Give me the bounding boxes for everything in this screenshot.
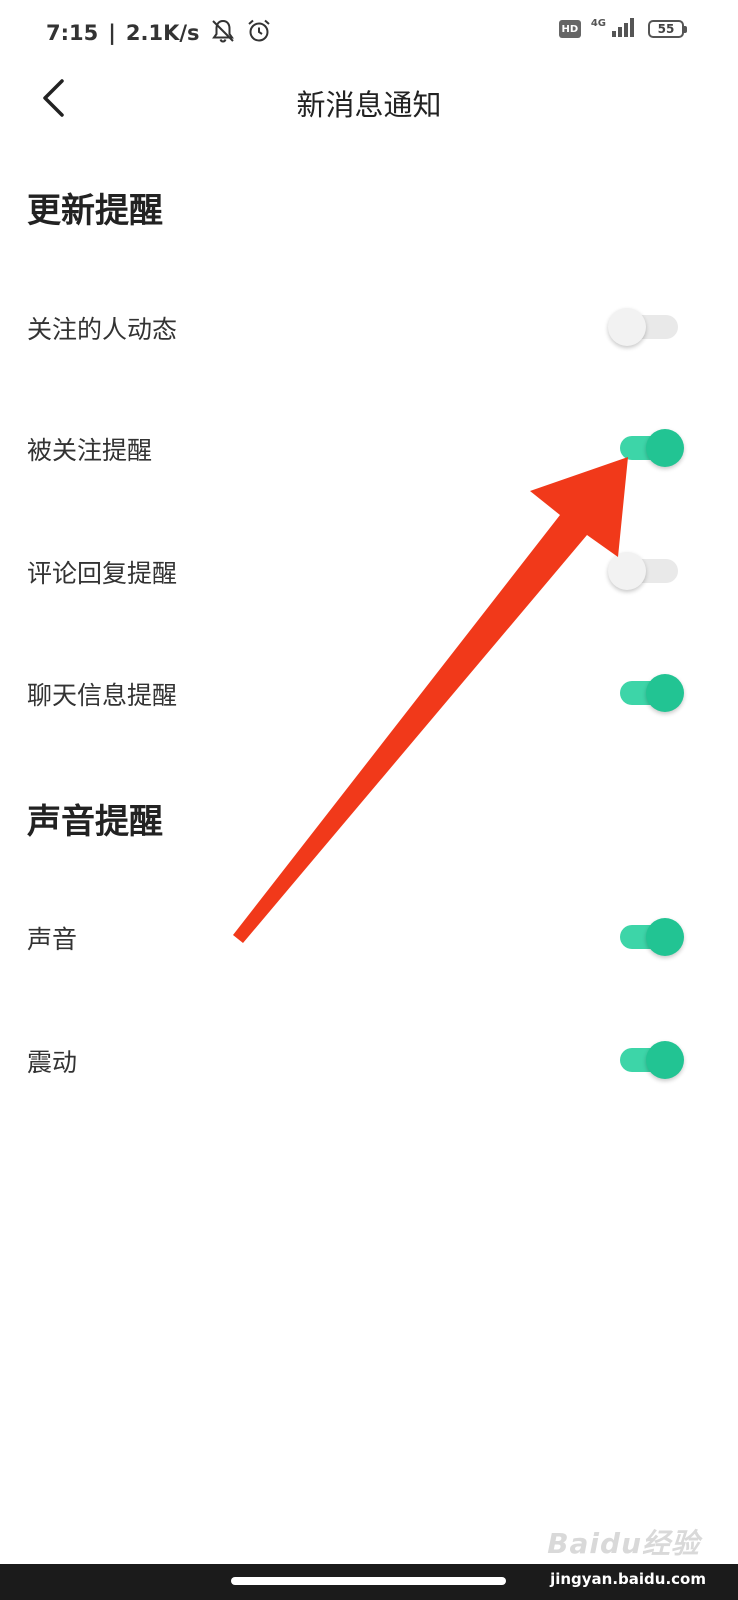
hd-badge: HD xyxy=(558,20,581,38)
signal-icon xyxy=(610,16,638,42)
page-title: 新消息通知 xyxy=(296,88,442,122)
status-right: HD 4G 55 xyxy=(558,16,687,42)
setting-row-followed-reminder: 被关注提醒 xyxy=(0,418,738,478)
setting-row-vibrate: 震动 xyxy=(0,1030,738,1090)
bottom-gesture-bar: jingyan.baidu.com xyxy=(0,1564,738,1600)
status-net-speed: 2.1K/s xyxy=(125,21,200,45)
setting-label: 关注的人动态 xyxy=(27,315,178,344)
nav-bar: 新消息通知 xyxy=(0,66,738,134)
battery-icon: 55 xyxy=(648,20,687,38)
status-separator: | xyxy=(108,21,116,45)
mute-bell-icon xyxy=(210,18,236,49)
toggle-thumb xyxy=(608,552,646,590)
watermark-logo: Baidu经验 xyxy=(547,1527,700,1560)
setting-label: 被关注提醒 xyxy=(27,436,153,465)
toggle-thumb xyxy=(608,308,646,346)
toggle-switch[interactable] xyxy=(614,1039,686,1081)
home-indicator[interactable] xyxy=(231,1577,506,1585)
setting-label: 震动 xyxy=(27,1048,78,1077)
setting-label: 声音 xyxy=(27,925,78,954)
setting-row-chat-message: 聊天信息提醒 xyxy=(0,663,738,723)
setting-label: 评论回复提醒 xyxy=(27,559,178,588)
section-title-update: 更新提醒 xyxy=(27,191,163,231)
setting-row-followed-activity: 关注的人动态 xyxy=(0,297,738,357)
toggle-switch[interactable] xyxy=(614,427,686,469)
status-bar: 7:15 | 2.1K/s HD 4G 55 xyxy=(0,0,738,66)
toggle-switch[interactable] xyxy=(608,306,686,348)
toggle-switch[interactable] xyxy=(614,672,686,714)
toggle-thumb xyxy=(646,1041,684,1079)
toggle-thumb xyxy=(646,429,684,467)
toggle-thumb xyxy=(646,918,684,956)
alarm-icon xyxy=(246,18,272,49)
setting-label: 聊天信息提醒 xyxy=(27,681,178,710)
toggle-switch[interactable] xyxy=(608,550,686,592)
baidu-watermark: Baidu经验 xyxy=(547,1522,700,1562)
section-title-sound: 声音提醒 xyxy=(27,802,163,842)
network-type: 4G xyxy=(590,18,606,29)
watermark-url: jingyan.baidu.com xyxy=(550,1570,706,1588)
setting-row-comment-reply: 评论回复提醒 xyxy=(0,541,738,601)
setting-row-sound: 声音 xyxy=(0,907,738,967)
toggle-switch[interactable] xyxy=(614,916,686,958)
status-time: 7:15 xyxy=(46,21,99,45)
toggle-thumb xyxy=(646,674,684,712)
status-left: 7:15 | 2.1K/s xyxy=(46,18,272,48)
